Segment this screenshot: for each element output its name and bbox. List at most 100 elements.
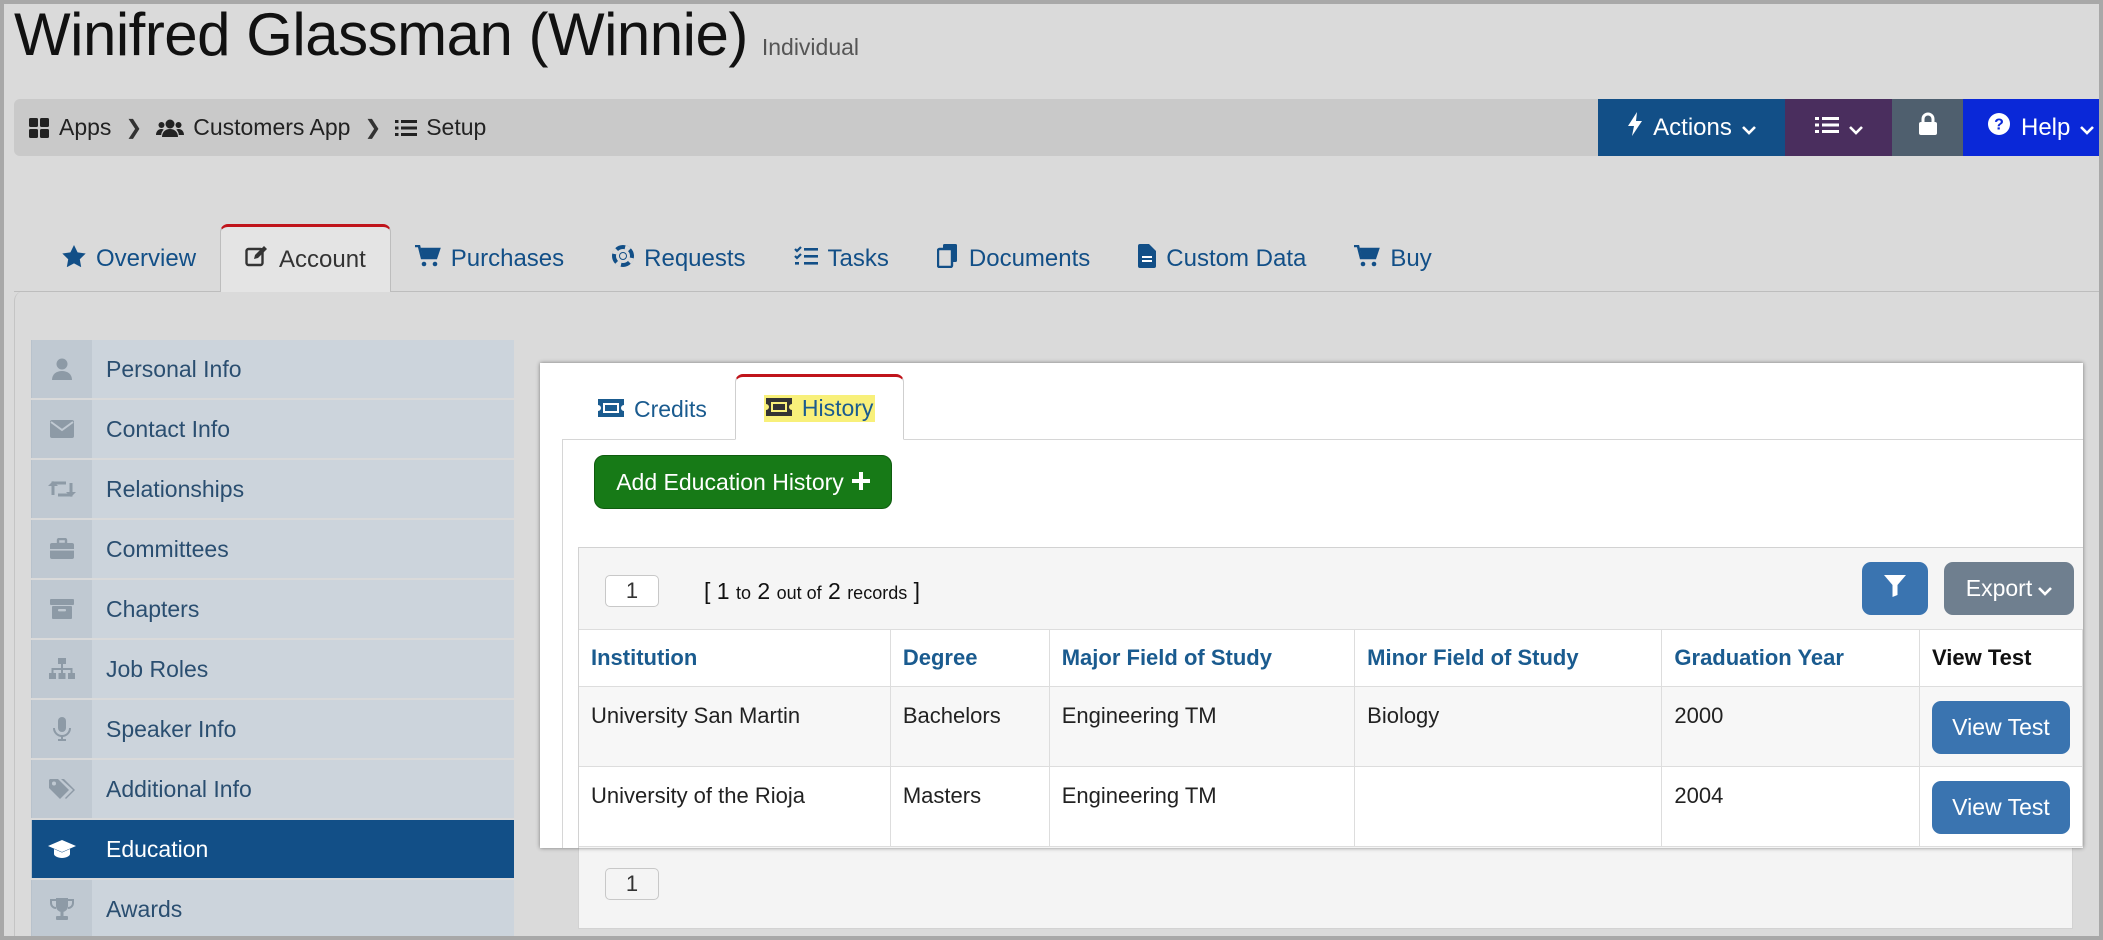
sidebar-item-label: Additional Info xyxy=(106,775,252,802)
briefcase-icon xyxy=(32,520,92,578)
cart-icon xyxy=(1354,244,1381,274)
tab-custom-data[interactable]: Custom Data xyxy=(1114,226,1330,292)
sidebar-item-education[interactable]: Education xyxy=(31,820,514,878)
tab-history-highlight: History xyxy=(763,394,876,422)
person-icon xyxy=(32,340,92,398)
export-button[interactable]: Export xyxy=(1944,562,2074,615)
retweet-icon xyxy=(32,460,92,518)
archive-icon xyxy=(32,580,92,638)
list-icon xyxy=(1814,114,1839,142)
help-button[interactable]: ? Help xyxy=(1963,99,2103,156)
column-major[interactable]: Major Field of Study xyxy=(1049,630,1356,687)
sidebar-item-label: Committees xyxy=(106,535,229,562)
record-total: 2 xyxy=(828,578,841,604)
sidebar-item-additional-info[interactable]: Additional Info xyxy=(31,760,514,818)
add-education-history-button[interactable]: Add Education History xyxy=(594,455,892,509)
column-degree[interactable]: Degree xyxy=(890,630,1050,687)
sidebar-item-contact-info[interactable]: Contact Info xyxy=(31,400,514,458)
tab-purchases-label: Purchases xyxy=(450,245,565,272)
ticket-icon xyxy=(598,396,624,423)
cell-action: View Test xyxy=(1919,766,2084,847)
cell-institution: University San Martin xyxy=(579,686,891,767)
grid-panel: 1 [ 1 to 2 out of 2 records ] Export Ins… xyxy=(578,547,2084,848)
sidebar-item-awards[interactable]: Awards xyxy=(31,880,514,938)
envelope-icon xyxy=(32,400,92,458)
page-title: Winifred Glassman (Winnie) xyxy=(14,1,748,68)
edit-icon xyxy=(245,245,269,274)
tab-credits-label: Credits xyxy=(634,395,707,422)
sidebar-item-personal-info[interactable]: Personal Info xyxy=(31,340,514,398)
toolbar: Actions ? Help xyxy=(1598,99,2103,156)
cell-action: View Test xyxy=(1919,686,2084,767)
view-test-button[interactable]: View Test xyxy=(1931,780,2070,834)
filter-button[interactable] xyxy=(1862,562,1928,615)
lifebuoy-icon xyxy=(612,244,635,274)
tab-credits[interactable]: Credits xyxy=(570,379,735,439)
microphone-icon xyxy=(32,700,92,758)
cell-graduation-year: 2000 xyxy=(1661,686,1920,767)
record-from: 1 xyxy=(716,578,730,604)
column-minor[interactable]: Minor Field of Study xyxy=(1354,630,1663,687)
sidebar-item-speaker-info[interactable]: Speaker Info xyxy=(31,700,514,758)
tab-account-label: Account xyxy=(279,245,366,273)
cell-degree: Bachelors xyxy=(890,686,1050,767)
export-label: Export xyxy=(1965,575,2033,601)
chevron-down-icon xyxy=(2080,114,2095,142)
main-tabs: Overview Account Purchases Requests Task… xyxy=(38,224,1456,292)
chevron-right-icon: ❯ xyxy=(364,117,382,139)
lock-button[interactable] xyxy=(1892,99,1963,156)
file-icon xyxy=(1138,243,1157,275)
lock-icon xyxy=(1918,112,1938,143)
pager-top[interactable]: 1 xyxy=(605,575,659,607)
sidebar-item-label: Personal Info xyxy=(106,355,242,382)
tab-overview[interactable]: Overview xyxy=(38,226,220,292)
breadcrumb: Apps ❯ Customers App ❯ Setup xyxy=(14,114,486,141)
sidebar-item-job-roles[interactable]: Job Roles xyxy=(31,640,514,698)
education-sub-tabs: Credits History xyxy=(570,371,905,440)
tab-requests[interactable]: Requests xyxy=(588,226,769,292)
record-count: [ 1 to 2 out of 2 records ] xyxy=(704,578,920,605)
record-records-word: records xyxy=(847,583,908,603)
column-view-test: View Test xyxy=(1919,630,2084,687)
tab-buy-label: Buy xyxy=(1390,245,1432,272)
column-graduation-year[interactable]: Graduation Year xyxy=(1661,630,1920,687)
breadcrumb-setup[interactable]: Setup xyxy=(395,114,486,141)
sidebar-item-committees[interactable]: Committees xyxy=(31,520,514,578)
cart-icon xyxy=(414,244,441,274)
tab-requests-label: Requests xyxy=(644,245,746,272)
sidebar-item-label: Relationships xyxy=(106,475,245,502)
ticket-icon xyxy=(765,395,792,422)
breadcrumb-customers-app[interactable]: Customers App xyxy=(156,114,350,141)
actions-button[interactable]: Actions xyxy=(1598,99,1785,156)
record-to-word: to xyxy=(735,583,751,603)
grid-toolbar: 1 [ 1 to 2 out of 2 records ] Export xyxy=(579,548,2083,630)
list-menu-button[interactable] xyxy=(1785,99,1892,156)
tab-history-label: History xyxy=(801,394,874,421)
column-institution[interactable]: Institution xyxy=(579,630,891,687)
chevron-down-icon xyxy=(1848,114,1863,142)
tab-documents[interactable]: Documents xyxy=(913,226,1114,292)
education-panel: Credits History Add Education History 1 … xyxy=(540,363,2084,848)
chevron-down-icon xyxy=(2038,575,2053,602)
chevron-right-icon: ❯ xyxy=(125,117,143,139)
grid-icon xyxy=(28,117,50,139)
tab-purchases[interactable]: Purchases xyxy=(391,226,588,292)
breadcrumb-customers-app-label: Customers App xyxy=(193,114,351,140)
breadcrumb-apps[interactable]: Apps xyxy=(28,114,111,141)
cell-minor: Biology xyxy=(1354,686,1663,767)
sitemap-icon xyxy=(32,640,92,698)
table-header-row: Institution Degree Major Field of Study … xyxy=(579,630,2084,687)
pager-bottom[interactable]: 1 xyxy=(605,868,659,900)
sidebar-item-chapters[interactable]: Chapters xyxy=(31,580,514,638)
tab-tasks[interactable]: Tasks xyxy=(770,226,913,292)
tab-buy[interactable]: Buy xyxy=(1330,226,1455,292)
tab-account[interactable]: Account xyxy=(220,224,391,292)
sidebar-item-relationships[interactable]: Relationships xyxy=(31,460,514,518)
tab-history[interactable]: History xyxy=(734,374,905,440)
sidebar-item-label: Education xyxy=(106,835,209,862)
view-test-button[interactable]: View Test xyxy=(1931,700,2070,754)
education-table: Institution Degree Major Field of Study … xyxy=(579,630,2084,847)
table-row: University San Martin Bachelors Engineer… xyxy=(579,686,2084,767)
add-button-label: Add Education History xyxy=(616,468,844,495)
record-out-of: out of xyxy=(776,583,822,603)
